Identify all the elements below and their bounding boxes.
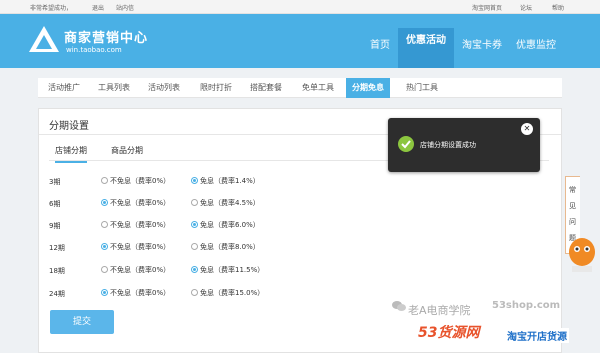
watermark-site: 53shop.com <box>492 300 561 311</box>
period-label: 6期 <box>49 200 61 208</box>
wechat-icon <box>392 301 406 311</box>
radio-checked-icon[interactable] <box>191 221 198 228</box>
radio-checked-icon[interactable] <box>101 243 108 250</box>
period-label: 3期 <box>49 178 61 186</box>
option-label: 免息（费率8.0%） <box>200 243 260 251</box>
faq-char: 常 <box>569 186 576 194</box>
installment-row: 3期 不免息（费率0%） 免息（费率1.4%） <box>49 176 349 188</box>
interest-free-option[interactable]: 免息（费率8.0%） <box>191 242 260 252</box>
logo-triangle-icon <box>29 26 59 52</box>
watermark-author: 老A电商学院 <box>408 304 471 317</box>
option-label: 免息（费率11.5%） <box>200 266 265 274</box>
period-label: 12期 <box>49 244 65 252</box>
tool-tabs: 活动推广 工具列表 活动列表 限时打折 搭配套餐 免单工具 分期免息 热门工具 <box>38 78 562 98</box>
interest-free-option[interactable]: 免息（费率11.5%） <box>191 265 264 275</box>
no-interest-free-option[interactable]: 不免息（费率0%） <box>101 242 170 252</box>
tab-activity-promo[interactable]: 活动推广 <box>48 82 80 93</box>
close-icon[interactable]: ✕ <box>521 123 533 135</box>
option-label: 不免息（费率0%） <box>110 221 171 229</box>
taobao-home-link[interactable]: 淘宝网首页 <box>472 3 502 12</box>
faq-char: 见 <box>569 202 576 210</box>
period-label: 9期 <box>49 222 61 230</box>
option-label: 不免息（费率0%） <box>110 177 171 185</box>
tab-bundle[interactable]: 搭配套餐 <box>250 82 282 93</box>
watermark-brand: 53货源网 <box>418 325 480 341</box>
tab-installment[interactable]: 分期免息 <box>346 78 390 98</box>
no-interest-free-option[interactable]: 不免息（费率0%） <box>101 220 170 230</box>
success-check-icon <box>398 136 414 152</box>
radio-icon[interactable] <box>101 177 108 184</box>
nav-promotions[interactable]: 优惠活动 <box>398 28 454 68</box>
top-strip: 非常希望成功， 退出 站内信 淘宝网首页 论坛 帮助 <box>0 0 600 14</box>
radio-icon[interactable] <box>191 289 198 296</box>
watermark-slogan: 淘宝开店货源 <box>505 328 569 343</box>
tab-tool-list[interactable]: 工具列表 <box>98 82 130 93</box>
tab-flash-discount[interactable]: 限时打折 <box>200 82 232 93</box>
faq-char: 问 <box>569 218 576 226</box>
submit-button[interactable]: 提交 <box>50 310 114 334</box>
interest-free-option[interactable]: 免息（费率15.0%） <box>191 288 264 298</box>
no-interest-free-option[interactable]: 不免息（费率0%） <box>101 198 170 208</box>
no-interest-free-option[interactable]: 不免息（费率0%） <box>101 288 170 298</box>
tab-free-order[interactable]: 免单工具 <box>302 82 334 93</box>
logout-link[interactable]: 退出 <box>92 3 104 12</box>
nav-coupons[interactable]: 淘宝卡券 <box>462 36 502 51</box>
installment-row: 6期 不免息（费率0%） 免息（费率4.5%） <box>49 198 349 210</box>
installment-row: 24期 不免息（费率0%） 免息（费率15.0%） <box>49 288 349 300</box>
welcome-text: 非常希望成功， <box>30 5 73 12</box>
option-label: 免息（费率1.4%） <box>200 177 260 185</box>
interest-free-option[interactable]: 免息（费率4.5%） <box>191 198 260 208</box>
toast-message: 店铺分期设置成功 <box>420 141 476 149</box>
installment-row: 18期 不免息（费率0%） 免息（费率11.5%） <box>49 265 349 277</box>
mascot-icon[interactable] <box>566 232 598 276</box>
success-toast: 店铺分期设置成功 ✕ <box>388 118 540 172</box>
nav-home[interactable]: 首页 <box>370 36 390 51</box>
interest-free-option[interactable]: 免息（费率6.0%） <box>191 220 260 230</box>
option-label: 不免息（费率0%） <box>110 289 171 297</box>
panel-title: 分期设置 <box>49 121 89 132</box>
tab-hot-tools[interactable]: 热门工具 <box>406 82 438 93</box>
installment-row: 12期 不免息（费率0%） 免息（费率8.0%） <box>49 242 349 254</box>
radio-icon[interactable] <box>101 221 108 228</box>
logo-title: 商家营销中心 <box>64 31 149 46</box>
no-interest-free-option[interactable]: 不免息（费率0%） <box>101 265 170 275</box>
radio-checked-icon[interactable] <box>101 199 108 206</box>
interest-free-option[interactable]: 免息（费率1.4%） <box>191 176 260 186</box>
no-interest-free-option[interactable]: 不免息（费率0%） <box>101 176 170 186</box>
option-label: 不免息（费率0%） <box>110 266 171 274</box>
installment-row: 9期 不免息（费率0%） 免息（费率6.0%） <box>49 220 349 232</box>
radio-icon[interactable] <box>101 266 108 273</box>
radio-checked-icon[interactable] <box>101 289 108 296</box>
option-label: 不免息（费率0%） <box>110 243 171 251</box>
radio-icon[interactable] <box>191 199 198 206</box>
option-label: 免息（费率15.0%） <box>200 289 265 297</box>
option-label: 不免息（费率0%） <box>110 199 171 207</box>
period-label: 24期 <box>49 290 65 298</box>
help-link[interactable]: 帮助 <box>552 3 564 12</box>
option-label: 免息（费率4.5%） <box>200 199 260 207</box>
nav-monitor[interactable]: 优惠监控 <box>516 36 556 51</box>
radio-icon[interactable] <box>191 243 198 250</box>
radio-checked-icon[interactable] <box>191 266 198 273</box>
radio-checked-icon[interactable] <box>191 177 198 184</box>
header: 商家营销中心 win.taobao.com 首页 优惠活动 淘宝卡券 优惠监控 <box>0 14 600 68</box>
logo-subtitle: win.taobao.com <box>66 46 122 54</box>
messages-link[interactable]: 站内信 <box>116 3 134 12</box>
period-label: 18期 <box>49 267 65 275</box>
logo[interactable]: 商家营销中心 win.taobao.com <box>28 22 158 60</box>
forum-link[interactable]: 论坛 <box>520 3 532 12</box>
tab-activity-list[interactable]: 活动列表 <box>148 82 180 93</box>
option-label: 免息（费率6.0%） <box>200 221 260 229</box>
subtab-item-installment[interactable]: 商品分期 <box>111 145 143 156</box>
